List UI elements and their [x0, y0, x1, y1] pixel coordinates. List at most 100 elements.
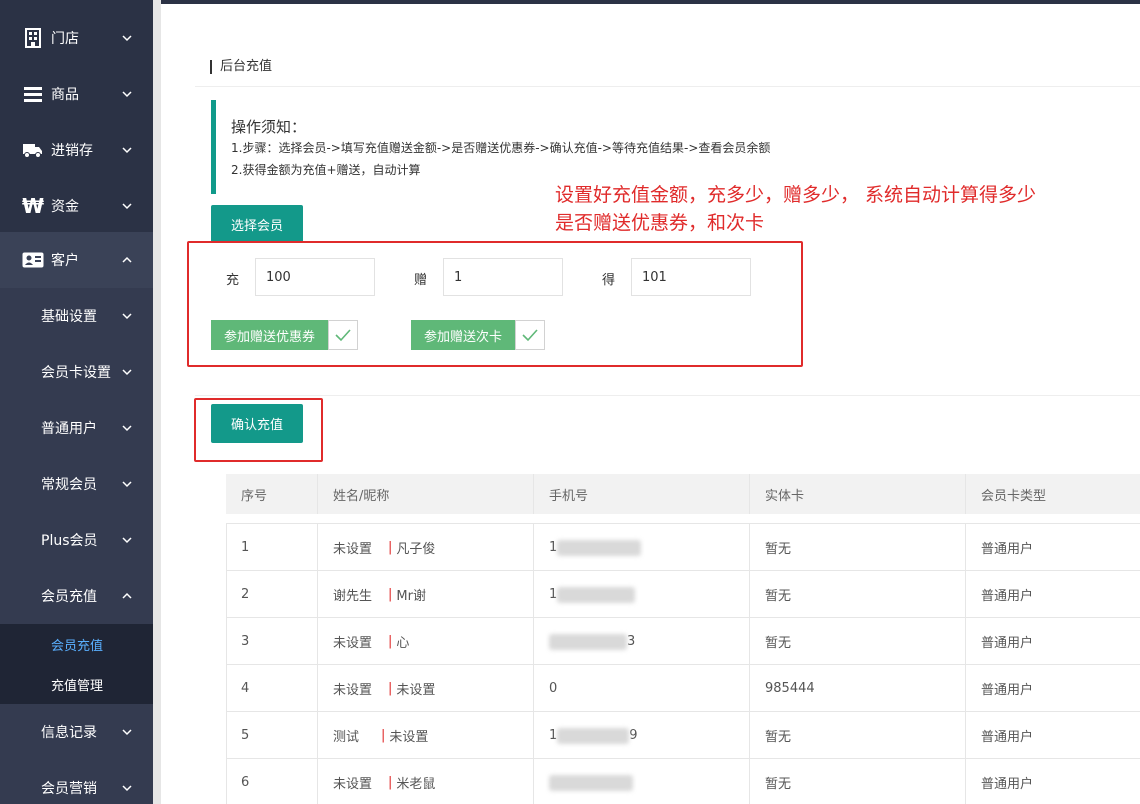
sidebar-item-label: 门店 [51, 31, 79, 47]
chevron-down-icon [122, 425, 132, 432]
sidebar-leaf-recharge-management[interactable]: 充值管理 [0, 664, 153, 704]
sidebar-leaf-label: 充值管理 [51, 678, 104, 694]
column-header: 实体卡 [750, 474, 966, 514]
phone-cell: 1 [534, 524, 750, 571]
row-nickname: 米老鼠 [396, 777, 436, 792]
phone-redaction [557, 727, 630, 744]
page-title: 后台充值 [210, 60, 272, 74]
building-icon [22, 27, 44, 49]
card-cell: 暂无 [750, 759, 966, 804]
sidebar-item-funds[interactable]: ₩ 资金 [0, 178, 153, 234]
sidebar-leaf-member-recharge[interactable]: 会员充值 [0, 624, 153, 664]
sidebar-item-label: 信息记录 [41, 725, 97, 741]
column-header: 姓名/昵称 [318, 474, 534, 514]
section-divider [195, 395, 1140, 396]
column-header: 序号 [226, 474, 318, 514]
select-member-button[interactable]: 选择会员 [211, 205, 303, 243]
sidebar-item-label: 客户 [51, 253, 79, 269]
sidebar-item-label: 会员卡设置 [41, 365, 111, 381]
name-cell: 未设置 | 凡子俊 [318, 524, 534, 571]
charge-amount-input[interactable]: 100 [255, 258, 375, 296]
table-row[interactable]: 5 测试 | 未设置 19 暂无 普通用户 [226, 712, 1140, 759]
table-row[interactable]: 6 未设置 | 米老鼠 暂无 普通用户 [226, 759, 1140, 804]
row-name: 谢先生 [333, 589, 373, 604]
sidebar-item-basic-settings[interactable]: 基础设置 [0, 288, 153, 344]
row-nickname: 心 [396, 636, 410, 651]
get-amount-input[interactable]: 101 [631, 258, 751, 296]
phone-prefix: 1 [549, 728, 558, 743]
chevron-down-icon [122, 91, 132, 98]
name-cell: 测试 | 未设置 [318, 712, 534, 759]
confirm-recharge-button[interactable]: 确认充值 [211, 404, 303, 443]
check-icon [328, 320, 358, 350]
phone-suffix: 3 [627, 634, 636, 649]
chevron-down-icon [122, 147, 132, 154]
row-number: 5 [226, 712, 318, 759]
sidebar-item-card-settings[interactable]: 会员卡设置 [0, 344, 153, 400]
sidebar-item-label: 常规会员 [41, 477, 97, 493]
sidebar-item-store[interactable]: 门店 [0, 10, 153, 66]
sidebar-item-plus-members[interactable]: Plus会员 [0, 512, 153, 568]
table-row[interactable]: 4 未设置 | 未设置 0 985444 普通用户 [226, 665, 1140, 712]
row-name: 未设置 [333, 777, 373, 792]
chevron-up-icon [122, 592, 132, 599]
chevron-down-icon [122, 481, 132, 488]
sidebar-item-member-recharge[interactable]: 会员充值 [0, 568, 153, 624]
phone-cell: 19 [534, 712, 750, 759]
sidebar-item-normal-users[interactable]: 普通用户 [0, 400, 153, 456]
top-bar [161, 0, 1140, 4]
list-icon [22, 83, 44, 105]
phone-cell: 0 [534, 665, 750, 712]
sidebar-item-label: 会员充值 [41, 589, 97, 605]
chevron-up-icon [122, 256, 132, 263]
sidebar-item-label: Plus会员 [41, 533, 98, 549]
sidebar-submenu: 基础设置 会员卡设置 普通用户 常规会员 Plus会员 会员充值 [0, 288, 153, 624]
coupon-gift-label: 参加赠送优惠券 [211, 320, 328, 350]
header-divider [195, 86, 1140, 87]
row-name: 未设置 [333, 636, 373, 651]
notice-line-2: 2.获得金额为充值+赠送，自动计算 [231, 163, 421, 177]
chevron-down-icon [122, 785, 132, 792]
chevron-down-icon [122, 729, 132, 736]
table-row[interactable]: 1 未设置 | 凡子俊 1 暂无 普通用户 [226, 524, 1140, 571]
phone-suffix: 9 [629, 728, 638, 743]
sidebar-item-regular-members[interactable]: 常规会员 [0, 456, 153, 512]
sidebar-item-inventory[interactable]: 进销存 [0, 122, 153, 178]
gift-label: 赠 [414, 273, 428, 288]
phone-prefix: 0 [549, 681, 558, 696]
column-header: 手机号 [534, 474, 750, 514]
row-number: 2 [226, 571, 318, 618]
type-cell: 普通用户 [981, 777, 1034, 792]
sidebar-item-info-records[interactable]: 信息记录 [0, 704, 153, 760]
notice-title: 操作须知： [231, 118, 307, 136]
type-cell: 普通用户 [981, 636, 1034, 651]
sidebar-leaf-label: 会员充值 [51, 638, 104, 654]
type-cell: 普通用户 [981, 730, 1034, 745]
card-cell: 暂无 [750, 524, 966, 571]
row-number: 4 [226, 665, 318, 712]
table-row[interactable]: 2 谢先生 | Mr谢 1 暂无 普通用户 [226, 571, 1140, 618]
chevron-down-icon [122, 369, 132, 376]
card-cell: 暂无 [750, 618, 966, 665]
sidebar-item-goods[interactable]: 商品 [0, 66, 153, 122]
member-table-header: 序号 姓名/昵称 手机号 实体卡 会员卡类型 [226, 474, 1140, 514]
gift-amount-input[interactable]: 1 [443, 258, 563, 296]
phone-redaction [557, 586, 636, 603]
chevron-down-icon [122, 35, 132, 42]
coupon-gift-toggle[interactable]: 参加赠送优惠券 [211, 320, 358, 350]
row-nickname: Mr谢 [396, 589, 426, 604]
won-icon: ₩ [21, 194, 45, 218]
row-number: 1 [226, 524, 318, 571]
sidebar: 门店 商品 进销存 ₩ 资金 客户 基础设置 会员卡设置 普通用户 常规会员 P… [0, 0, 153, 804]
card-cell: 暂无 [750, 712, 966, 759]
table-row[interactable]: 3 未设置 | 心 3 暂无 普通用户 [226, 618, 1140, 665]
sidebar-item-customer[interactable]: 客户 [0, 232, 153, 288]
sidebar-item-label: 进销存 [51, 143, 93, 159]
row-nickname: 未设置 [389, 730, 429, 745]
annotation-line-2: 是否赠送优惠券，和次卡 [555, 212, 765, 234]
get-label: 得 [602, 273, 616, 288]
sidebar-item-member-marketing[interactable]: 会员营销 [0, 760, 153, 804]
phone-cell: 1 [534, 571, 750, 618]
sidebar-item-label: 普通用户 [41, 421, 97, 437]
count-card-gift-toggle[interactable]: 参加赠送次卡 [411, 320, 545, 350]
